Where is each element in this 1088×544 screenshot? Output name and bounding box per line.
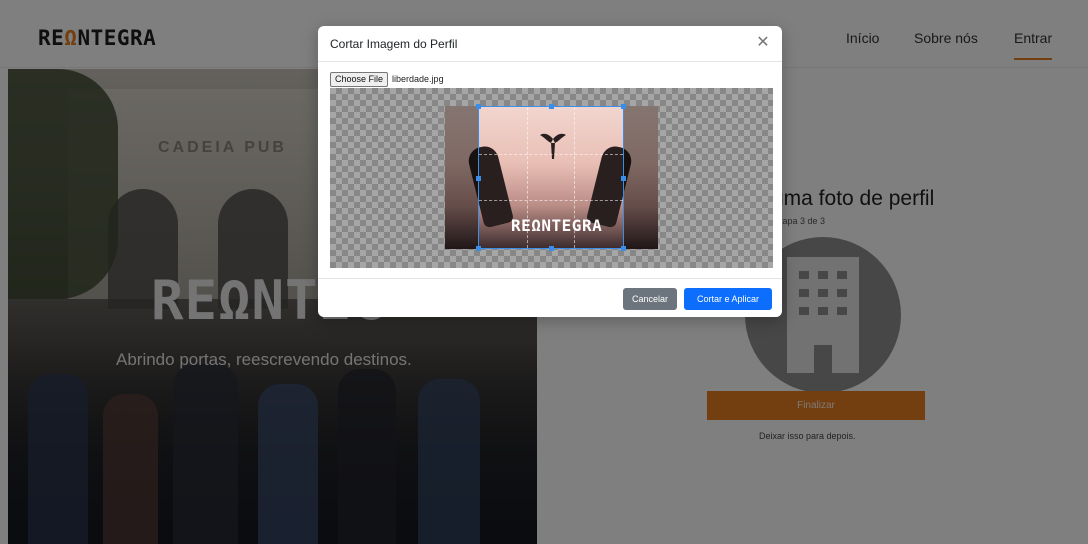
cancel-button[interactable]: Cancelar [623, 288, 677, 310]
modal-header: Cortar Imagem do Perfil ✕ [318, 26, 782, 62]
file-input[interactable]: Choose File liberdade.jpg [330, 71, 444, 87]
choose-file-button[interactable]: Choose File [330, 71, 389, 87]
crop-handle-sw[interactable] [476, 246, 481, 251]
crop-outside-shade [624, 106, 658, 249]
crop-guide-line [526, 107, 528, 248]
crop-handle-n[interactable] [549, 104, 554, 109]
crop-guide-line [479, 153, 623, 155]
crop-outside-shade [445, 106, 478, 249]
crop-guide-line [574, 107, 576, 248]
crop-handle-w[interactable] [476, 176, 481, 181]
file-name: liberdade.jpg [392, 74, 444, 84]
crop-handle-ne[interactable] [621, 104, 626, 109]
crop-handle-nw[interactable] [476, 104, 481, 109]
crop-handle-s[interactable] [549, 246, 554, 251]
crop-selection-box[interactable] [476, 104, 626, 251]
crop-apply-button[interactable]: Cortar e Aplicar [684, 288, 772, 310]
modal-footer: Cancelar Cortar e Aplicar [318, 278, 782, 317]
crop-image-modal: Cortar Imagem do Perfil ✕ Choose File li… [318, 26, 782, 317]
crop-handle-e[interactable] [621, 176, 626, 181]
crop-guide-line [479, 200, 623, 202]
modal-title: Cortar Imagem do Perfil [330, 37, 458, 51]
close-icon[interactable]: ✕ [754, 34, 772, 52]
crop-canvas[interactable]: REΩNTEGRA [330, 88, 773, 268]
crop-handle-se[interactable] [621, 246, 626, 251]
